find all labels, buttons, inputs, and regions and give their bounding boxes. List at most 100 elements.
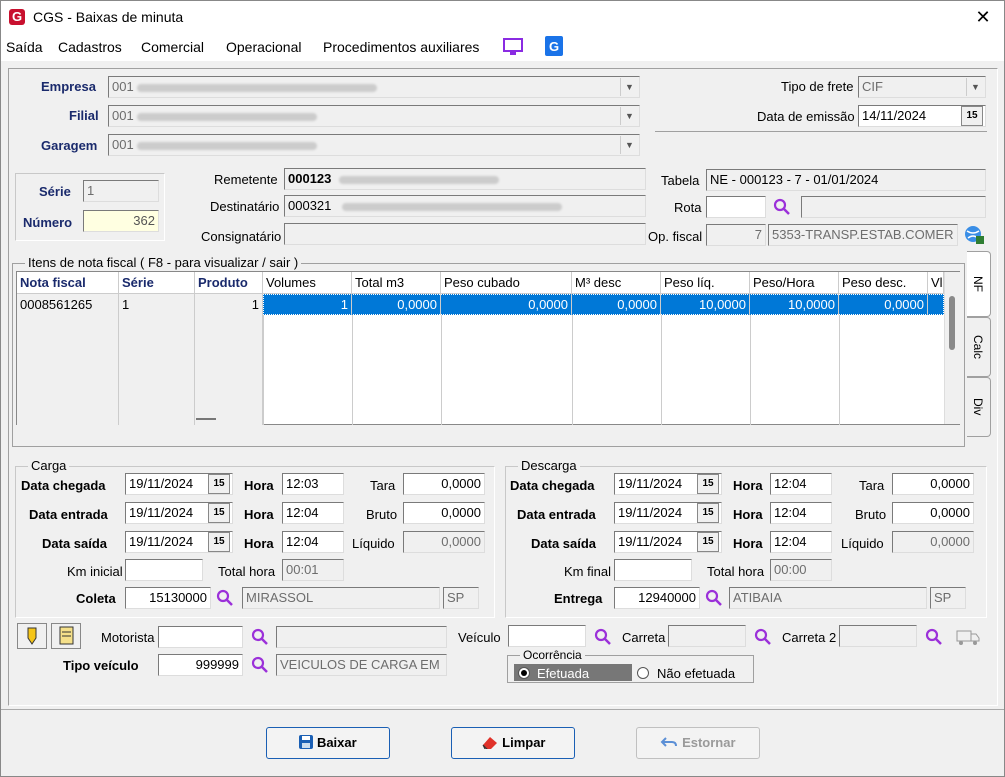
opfiscal-code-field[interactable]: 7 (706, 224, 766, 246)
scrollbar-thumb[interactable] (949, 296, 955, 350)
cell-peso-desc[interactable]: 0,0000 (839, 294, 928, 315)
resize-handle[interactable] (196, 418, 216, 420)
cell-total-m3[interactable]: 0,0000 (352, 294, 441, 315)
calendar-icon[interactable]: 15 (697, 474, 719, 494)
descarga-total-hora-field[interactable]: 00:00 (770, 559, 832, 581)
nao-efetuada-label[interactable]: Não efetuada (657, 666, 735, 681)
calendar-icon[interactable]: 15 (208, 532, 230, 552)
descarga-hora1-field[interactable]: 12:04 (770, 473, 832, 495)
tipo-frete-select[interactable]: CIF ▼ (858, 76, 986, 98)
col-nota-fiscal[interactable]: Nota fiscal (17, 272, 119, 294)
calendar-icon[interactable]: 15 (961, 106, 983, 126)
carreta2-field[interactable] (839, 625, 917, 647)
motorista-field[interactable] (158, 626, 243, 648)
carga-total-hora-field[interactable]: 00:01 (282, 559, 344, 581)
document-tool-button[interactable] (51, 623, 81, 649)
entrega-uf-field[interactable]: SP (930, 587, 966, 609)
carga-bruto-field[interactable]: 0,0000 (403, 502, 485, 524)
monitor-icon[interactable] (503, 38, 523, 56)
chevron-down-icon[interactable]: ▼ (620, 136, 638, 154)
motorista-desc-field[interactable] (276, 626, 447, 648)
chevron-down-icon[interactable]: ▼ (966, 78, 984, 96)
chevron-down-icon[interactable]: ▼ (620, 107, 638, 125)
col-peso-cubado[interactable]: Peso cubado (441, 272, 572, 294)
remetente-field[interactable]: 000123 (284, 168, 646, 190)
vertical-scrollbar[interactable] (944, 272, 960, 424)
rota-field[interactable] (706, 196, 766, 218)
calendar-icon[interactable]: 15 (697, 503, 719, 523)
carga-hora2-field[interactable]: 12:04 (282, 502, 344, 524)
col-total-m3[interactable]: Total m3 (352, 272, 441, 294)
numero-field[interactable]: 362 (83, 210, 159, 232)
descarga-km-field[interactable] (614, 559, 692, 581)
descarga-hora3-field[interactable]: 12:04 (770, 531, 832, 553)
serie-field[interactable]: 1 (83, 180, 159, 202)
col-m3-desc[interactable]: M³ desc (572, 272, 661, 294)
carga-km-field[interactable] (125, 559, 203, 581)
carga-liquido-field[interactable]: 0,0000 (403, 531, 485, 553)
col-peso-hora[interactable]: Peso/Hora (750, 272, 839, 294)
destinatario-field[interactable]: 000321 (284, 195, 646, 217)
col-vl[interactable]: Vl (928, 272, 944, 294)
coleta-city-field[interactable]: MIRASSOL (242, 587, 440, 609)
search-icon[interactable] (754, 628, 772, 646)
app-g-icon[interactable]: G (545, 36, 563, 56)
nao-efetuada-radio[interactable] (637, 667, 649, 679)
cell-produto[interactable]: 1 (195, 294, 263, 315)
search-icon[interactable] (251, 656, 269, 674)
descarga-hora2-field[interactable]: 12:04 (770, 502, 832, 524)
globe-icon[interactable] (963, 223, 985, 245)
tab-div[interactable]: Div (967, 377, 991, 437)
cell-serie[interactable]: 1 (119, 294, 195, 315)
tabela-field[interactable]: NE - 000123 - 7 - 01/01/2024 (706, 169, 986, 191)
cell-peso-cubado[interactable]: 0,0000 (441, 294, 572, 315)
rota-desc-field[interactable] (801, 196, 986, 218)
search-icon[interactable] (251, 628, 269, 646)
limpar-button[interactable]: Limpar (451, 727, 575, 759)
truck-icon[interactable] (956, 627, 980, 647)
col-produto[interactable]: Produto (195, 272, 263, 294)
tipo-veiculo-code-field[interactable]: 999999 (158, 654, 243, 676)
search-icon[interactable] (925, 628, 943, 646)
col-peso-liq[interactable]: Peso líq. (661, 272, 750, 294)
menu-saida[interactable]: Saída (6, 39, 43, 55)
col-peso-desc[interactable]: Peso desc. (839, 272, 928, 294)
efetuada-radio[interactable] (518, 667, 530, 679)
entrega-code-field[interactable]: 12940000 (614, 587, 700, 609)
close-button[interactable]: ✕ (969, 5, 997, 29)
carga-hora1-field[interactable]: 12:03 (282, 473, 344, 495)
empresa-select[interactable]: 001 ▼ (108, 76, 640, 98)
veiculo-field[interactable] (508, 625, 586, 647)
garagem-select[interactable]: 001 ▼ (108, 134, 640, 156)
menu-procedimentos[interactable]: Procedimentos auxiliares (323, 39, 479, 55)
cell-nota-fiscal[interactable]: 0008561265 (17, 294, 119, 315)
chevron-down-icon[interactable]: ▼ (620, 78, 638, 96)
tab-calc[interactable]: Calc (967, 317, 991, 377)
menu-cadastros[interactable]: Cadastros (58, 39, 122, 55)
opfiscal-desc-field[interactable]: 5353-TRANSP.ESTAB.COMER (768, 224, 958, 246)
cell-peso-hora[interactable]: 10,0000 (750, 294, 839, 315)
cell-peso-liq[interactable]: 10,0000 (661, 294, 750, 315)
coleta-code-field[interactable]: 15130000 (125, 587, 211, 609)
descarga-bruto-field[interactable]: 0,0000 (892, 502, 974, 524)
cell-volumes[interactable]: 1 (263, 294, 352, 315)
efetuada-label[interactable]: Efetuada (537, 666, 589, 681)
calendar-icon[interactable]: 15 (697, 532, 719, 552)
coleta-uf-field[interactable]: SP (443, 587, 479, 609)
entrega-city-field[interactable]: ATIBAIA (729, 587, 927, 609)
items-grid[interactable]: Nota fiscal Série Produto Volumes Total … (16, 271, 960, 425)
calendar-icon[interactable]: 15 (208, 474, 230, 494)
descarga-tara-field[interactable]: 0,0000 (892, 473, 974, 495)
carga-tara-field[interactable]: 0,0000 (403, 473, 485, 495)
baixar-button[interactable]: Baixar (266, 727, 390, 759)
carga-hora3-field[interactable]: 12:04 (282, 531, 344, 553)
estornar-button[interactable]: Estornar (636, 727, 760, 759)
filial-select[interactable]: 001 ▼ (108, 105, 640, 127)
col-volumes[interactable]: Volumes (263, 272, 352, 294)
search-icon[interactable] (594, 628, 612, 646)
search-icon[interactable] (216, 589, 234, 607)
driver-tool-button[interactable] (17, 623, 47, 649)
tab-nf[interactable]: NF (967, 251, 991, 317)
descarga-liquido-field[interactable]: 0,0000 (892, 531, 974, 553)
cell-m3-desc[interactable]: 0,0000 (572, 294, 661, 315)
